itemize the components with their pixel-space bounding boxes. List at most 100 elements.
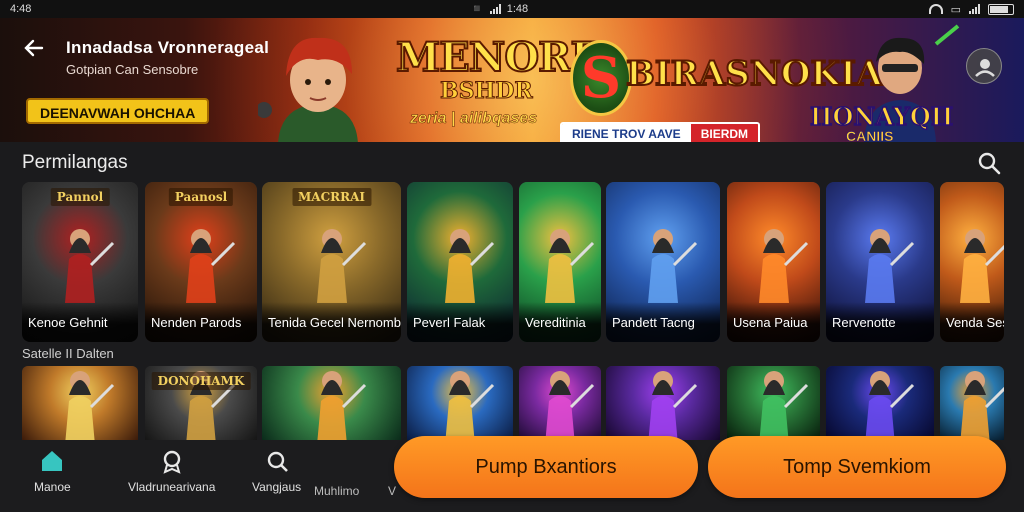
banner-logo-right2: IIONAYQII xyxy=(809,101,954,132)
game-character-figure xyxy=(425,223,495,308)
game-character-figure xyxy=(940,223,1004,308)
game-tile[interactable] xyxy=(606,366,720,440)
game-character-figure xyxy=(628,366,698,440)
game-tile[interactable]: Usena Paiua xyxy=(727,182,820,342)
game-character-figure xyxy=(297,366,367,440)
game-tile-caption-bar: Kenoe Gehnit xyxy=(22,302,138,342)
game-tile-title: Tenida Gecel Nernomber xyxy=(268,315,401,330)
banner-subtitle: Gotpian Can Sensobre xyxy=(66,62,199,77)
status-bar: 4:48 ◾ 1:48 ▭ xyxy=(0,0,1024,18)
game-tile[interactable]: MACRRAI Tenida Gecel Nernomber xyxy=(262,182,401,342)
game-tile-caption-bar: Nenden Parods xyxy=(145,302,257,342)
badge-icon xyxy=(163,450,181,474)
game-character-figure xyxy=(425,366,495,440)
game-tile-caption-bar: Peverl Falak xyxy=(407,302,513,342)
game-tile-badge: MACRRAI xyxy=(291,188,372,206)
game-tile[interactable] xyxy=(940,366,1004,440)
game-tile[interactable]: DONOHAMK xyxy=(145,366,257,440)
game-character-figure xyxy=(739,366,809,440)
game-tile-caption-bar: Tenida Gecel Nernomber xyxy=(262,302,401,342)
nav-item-2-label: Vladrunearivana xyxy=(128,480,216,494)
banner-dollar-emblem: S xyxy=(570,40,632,116)
status-dot-icon: ◾ xyxy=(470,3,484,15)
game-tile-caption-bar: Rervenotte xyxy=(826,302,934,342)
game-row-featured: Pannol Kenoe Gehnit Paanosl Nenden Parods MA… xyxy=(0,182,1024,342)
game-character-figure xyxy=(940,366,1004,440)
battery-saver-icon: ▭ xyxy=(950,3,961,16)
user-icon xyxy=(975,59,995,77)
banner-button-b[interactable]: BIERDM xyxy=(690,124,759,142)
section-subtitle: Satelle II Dalten xyxy=(22,346,114,361)
hero-character-left xyxy=(258,37,358,142)
game-tile-caption-bar: Vereditinia xyxy=(519,302,601,342)
game-tile-title: Usena Paiua xyxy=(733,315,808,330)
profile-button[interactable] xyxy=(966,48,1002,84)
game-tile-badge: Pannol xyxy=(50,188,110,206)
game-tile-title: Pandett Tacng xyxy=(612,315,695,330)
banner-title: Innadadsa Vronnerageal xyxy=(66,38,270,57)
game-character-figure xyxy=(525,366,595,440)
nav-item-3[interactable]: Vangjaus xyxy=(252,448,301,494)
game-tile-title: Venda Ses xyxy=(946,315,1004,330)
nav-item-4-label[interactable]: V xyxy=(388,484,396,498)
game-character-figure xyxy=(297,223,367,308)
nav-home-label: Manoe xyxy=(34,480,71,494)
game-tile-badge: DONOHAMK xyxy=(151,372,251,390)
game-tile-title: Peverl Falak xyxy=(413,315,486,330)
game-tile[interactable] xyxy=(826,366,934,440)
game-tile-caption-bar: Usena Paiua xyxy=(727,302,820,342)
back-arrow-icon[interactable] xyxy=(22,36,48,62)
game-tile[interactable] xyxy=(407,366,513,440)
nav-item-2[interactable]: Vladrunearivana xyxy=(128,448,215,494)
nav-home[interactable]: Manoe xyxy=(34,448,71,494)
game-tile[interactable]: Peverl Falak xyxy=(407,182,513,342)
game-tile-badge: Paanosl xyxy=(168,188,234,206)
battery-icon xyxy=(988,3,1014,15)
game-tile-title: Rervenotte xyxy=(832,315,896,330)
section-title: Permilangas xyxy=(22,152,128,173)
game-tile[interactable] xyxy=(262,366,401,440)
cta-left-button[interactable]: Pump Bxantiors xyxy=(394,436,698,498)
status-center: ◾ 1:48 xyxy=(470,2,529,16)
game-tile[interactable] xyxy=(22,366,138,440)
explore-icon xyxy=(267,451,288,472)
signal-icon xyxy=(489,3,501,14)
game-character-figure xyxy=(45,366,115,440)
game-character-figure xyxy=(525,223,595,308)
game-tile-caption-bar: Pandett Tacng xyxy=(606,302,720,342)
status-right: ▭ xyxy=(928,3,1014,16)
hero-banner[interactable]: Innadadsa Vronnerageal Gotpian Can Senso… xyxy=(0,18,1024,142)
game-tile[interactable]: Venda Ses xyxy=(940,182,1004,342)
banner-logo-sub: BSHDR xyxy=(440,78,534,105)
status-time-left: 4:48 xyxy=(10,3,32,15)
status-time-center: 1:48 xyxy=(506,2,529,15)
search-icon[interactable] xyxy=(976,150,1002,176)
game-tile-title: Kenoe Gehnit xyxy=(28,315,108,330)
banner-button-a[interactable]: RIENE TROV AAVE xyxy=(562,124,691,142)
game-tile[interactable]: Rervenotte xyxy=(826,182,934,342)
game-tile[interactable] xyxy=(519,366,601,440)
game-character-figure xyxy=(845,366,915,440)
wifi-icon xyxy=(928,4,943,14)
signal-strength-icon xyxy=(969,4,980,14)
cta-right-button[interactable]: Tomp Svemkiom xyxy=(708,436,1006,498)
game-character-figure xyxy=(628,223,698,308)
banner-promo-pill[interactable]: DEENAVWAH OHCHAA xyxy=(26,98,210,124)
game-tile-title: Vereditinia xyxy=(525,315,586,330)
banner-logo-tag: zeria | ailibqases xyxy=(410,110,538,128)
game-tile[interactable]: Paanosl Nenden Parods xyxy=(145,182,257,342)
game-tile[interactable]: Vereditinia xyxy=(519,182,601,342)
nav-item-3b-label[interactable]: Muhlimo xyxy=(314,484,359,498)
banner-button-group[interactable]: RIENE TROV AAVE BIERDM xyxy=(560,122,761,142)
game-character-figure xyxy=(166,223,236,308)
home-icon xyxy=(42,451,63,471)
game-tile[interactable]: Pannol Kenoe Gehnit xyxy=(22,182,138,342)
game-character-figure xyxy=(45,223,115,308)
game-character-figure xyxy=(845,223,915,308)
game-tile-title: Nenden Parods xyxy=(151,315,242,330)
game-tile-caption-bar: Venda Ses xyxy=(940,302,1004,342)
game-tile[interactable]: Pandett Tacng xyxy=(606,182,720,342)
banner-logo-right3: CANIIS xyxy=(846,128,894,142)
nav-item-3-label: Vangjaus xyxy=(252,480,302,494)
game-tile[interactable] xyxy=(727,366,820,440)
